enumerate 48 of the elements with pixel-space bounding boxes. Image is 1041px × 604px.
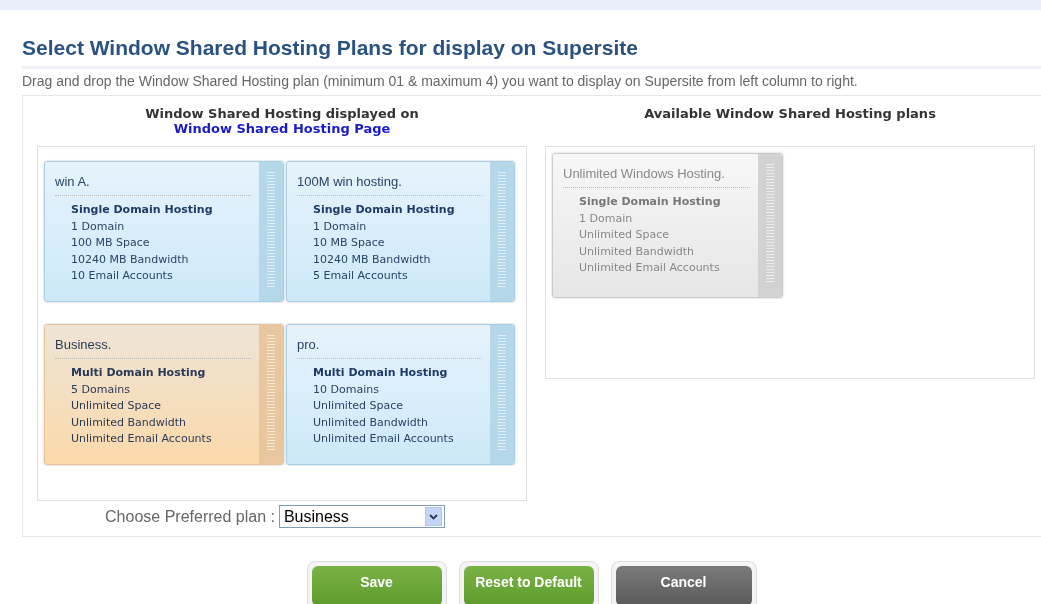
- plan-type: Multi Domain Hosting: [312, 365, 449, 381]
- plan-feature: 10240 MB Bandwidth: [70, 251, 190, 268]
- plan-feature: Unlimited Bandwidth: [578, 243, 696, 260]
- plan-feature: 10 MB Space: [312, 235, 386, 251]
- drag-handle-icon[interactable]: [758, 154, 782, 297]
- plan-feature: 1 Domain: [312, 218, 368, 235]
- plan-feature: Unlimited Space: [312, 398, 404, 414]
- plan-name: win A.: [55, 174, 251, 196]
- plan-card[interactable]: win A. Single Domain Hosting 1 Domain 100 MB Space 10240 MB Bandwidth 10 Email Accounts: [44, 161, 284, 302]
- plan-feature: 10 Domains: [312, 381, 380, 398]
- plan-feature: Unlimited Space: [578, 227, 670, 243]
- column-heading: Window Shared Hosting displayed on Window Shared Hosting Page: [144, 105, 420, 138]
- plan-card[interactable]: Business. Multi Domain Hosting 5 Domains Unlimited Space Unlimited Bandwidth Unlimited Email Accounts: [44, 324, 284, 465]
- preferred-plan-label: Choose Preferred plan :: [105, 507, 275, 526]
- plan-type: Single Domain Hosting: [312, 202, 456, 218]
- plan-name: Unlimited Windows Hosting.: [563, 166, 750, 188]
- plan-feature: Unlimited Bandwidth: [312, 414, 430, 431]
- drag-handle-icon[interactable]: [490, 162, 514, 301]
- plan-feature: Unlimited Space: [70, 398, 162, 414]
- plan-feature: 10 Email Accounts: [70, 268, 174, 284]
- plan-type: Single Domain Hosting: [70, 202, 214, 218]
- plan-feature: Unlimited Email Accounts: [312, 431, 455, 447]
- page-title: Select Window Shared Hosting Plans for display on Supersite: [22, 36, 1041, 69]
- plan-type: Single Domain Hosting: [578, 194, 722, 210]
- plan-feature: 100 MB Space: [70, 235, 151, 251]
- plan-feature: Unlimited Email Accounts: [70, 431, 213, 447]
- plan-name: pro.: [297, 337, 482, 359]
- plan-feature: Unlimited Bandwidth: [70, 414, 188, 431]
- plan-feature: 5 Email Accounts: [312, 268, 409, 284]
- plan-feature: 5 Domains: [70, 381, 131, 398]
- preferred-plan-select[interactable]: Business: [278, 505, 445, 528]
- drag-handle-icon[interactable]: [259, 325, 283, 464]
- plan-feature: Unlimited Email Accounts: [578, 260, 721, 276]
- instructions-text: Drag and drop the Window Shared Hosting plan (minimum 01 & maximum 4) you want to display on Supersite from left column to right.: [22, 73, 1041, 96]
- drag-handle-icon[interactable]: [490, 325, 514, 464]
- plan-card[interactable]: pro. Multi Domain Hosting 10 Domains Unlimited Space Unlimited Bandwidth Unlimited Email Accounts: [286, 324, 515, 465]
- plan-card[interactable]: 100M win hosting. Single Domain Hosting 1 Domain 10 MB Space 10240 MB Bandwidth 5 Email Accounts: [286, 161, 515, 302]
- cancel-button[interactable]: Cancel: [615, 566, 752, 604]
- plan-type: Multi Domain Hosting: [70, 365, 207, 381]
- plan-feature: 10240 MB Bandwidth: [312, 251, 432, 268]
- drag-handle-icon[interactable]: [259, 162, 283, 301]
- plan-name: Business.: [55, 337, 251, 359]
- plan-feature: 1 Domain: [578, 210, 634, 227]
- plan-card[interactable]: Unlimited Windows Hosting. Single Domain Hosting 1 Domain Unlimited Space Unlimited Bandwidth Unlimited Email Accounts: [552, 153, 783, 298]
- page-link[interactable]: Window Shared Hosting Page: [173, 121, 391, 136]
- plan-name: 100M win hosting.: [297, 174, 482, 196]
- plan-feature: 1 Domain: [70, 218, 126, 235]
- column-heading: Available Window Shared Hosting plans: [643, 105, 937, 123]
